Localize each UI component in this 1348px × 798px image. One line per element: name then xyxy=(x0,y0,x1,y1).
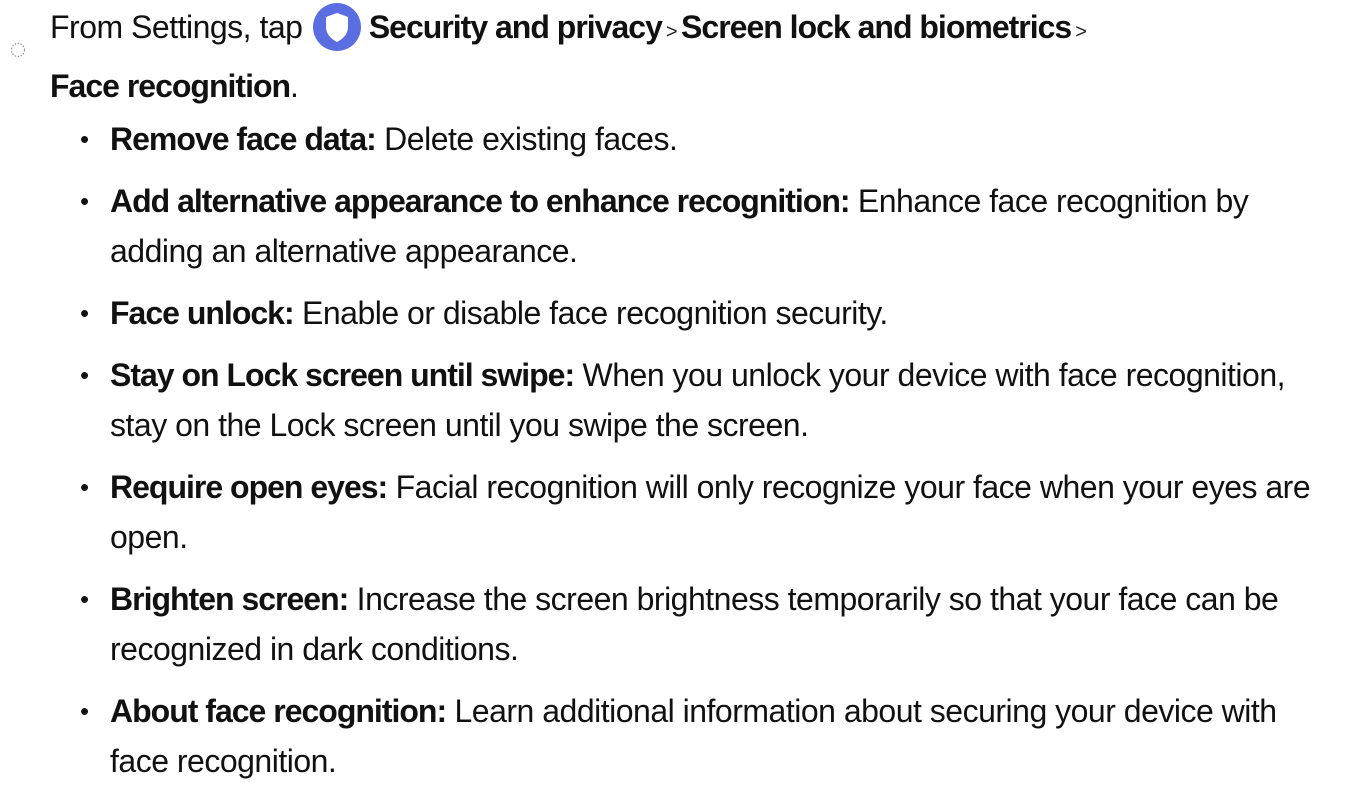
list-item: • Require open eyes: Facial recognition … xyxy=(80,462,1342,562)
option-description: Enable or disable face recognition secur… xyxy=(302,295,888,331)
option-term: Require open eyes: xyxy=(110,469,388,505)
path-face-recognition: Face recognition xyxy=(50,68,291,104)
step-marker-icon xyxy=(10,20,26,57)
option-list: • Remove face data: Delete existing face… xyxy=(80,114,1342,798)
bullet-icon: • xyxy=(80,472,89,502)
bullet-icon: • xyxy=(80,696,89,726)
instruction-step: From Settings, tap Security and privacy >… xyxy=(10,0,1330,113)
bullet-icon: • xyxy=(80,186,89,216)
option-term: Remove face data: xyxy=(110,121,377,157)
option-term: Face unlock: xyxy=(110,295,295,331)
list-item: • About face recognition: Learn addition… xyxy=(80,686,1342,786)
list-item: • Face unlock: Enable or disable face re… xyxy=(80,288,1342,338)
path-separator: > xyxy=(1075,21,1087,43)
bullet-icon: • xyxy=(80,298,89,328)
bullet-icon: • xyxy=(80,124,89,154)
option-term: Add alternative appearance to enhance re… xyxy=(110,183,851,219)
list-item: • Remove face data: Delete existing face… xyxy=(80,114,1342,164)
option-term: About face recognition: xyxy=(110,693,447,729)
intro-end: . xyxy=(290,68,299,104)
option-description: Delete existing faces. xyxy=(384,121,678,157)
bullet-icon: • xyxy=(80,360,89,390)
option-term: Brighten screen: xyxy=(110,581,349,617)
path-separator: > xyxy=(665,21,678,43)
option-term: Stay on Lock screen until swipe: xyxy=(110,357,575,393)
shield-icon xyxy=(312,2,361,51)
list-item: • Brighten screen: Increase the screen b… xyxy=(80,574,1342,674)
path-screen-lock-and-biometrics: Screen lock and biometrics xyxy=(681,9,1072,45)
path-security-and-privacy: Security and privacy xyxy=(368,9,663,45)
list-item: • Add alternative appearance to enhance … xyxy=(80,176,1342,276)
intro-prefix: From Settings, tap xyxy=(50,9,303,45)
list-item: • Stay on Lock screen until swipe: When … xyxy=(80,350,1342,450)
bullet-icon: • xyxy=(80,584,89,614)
